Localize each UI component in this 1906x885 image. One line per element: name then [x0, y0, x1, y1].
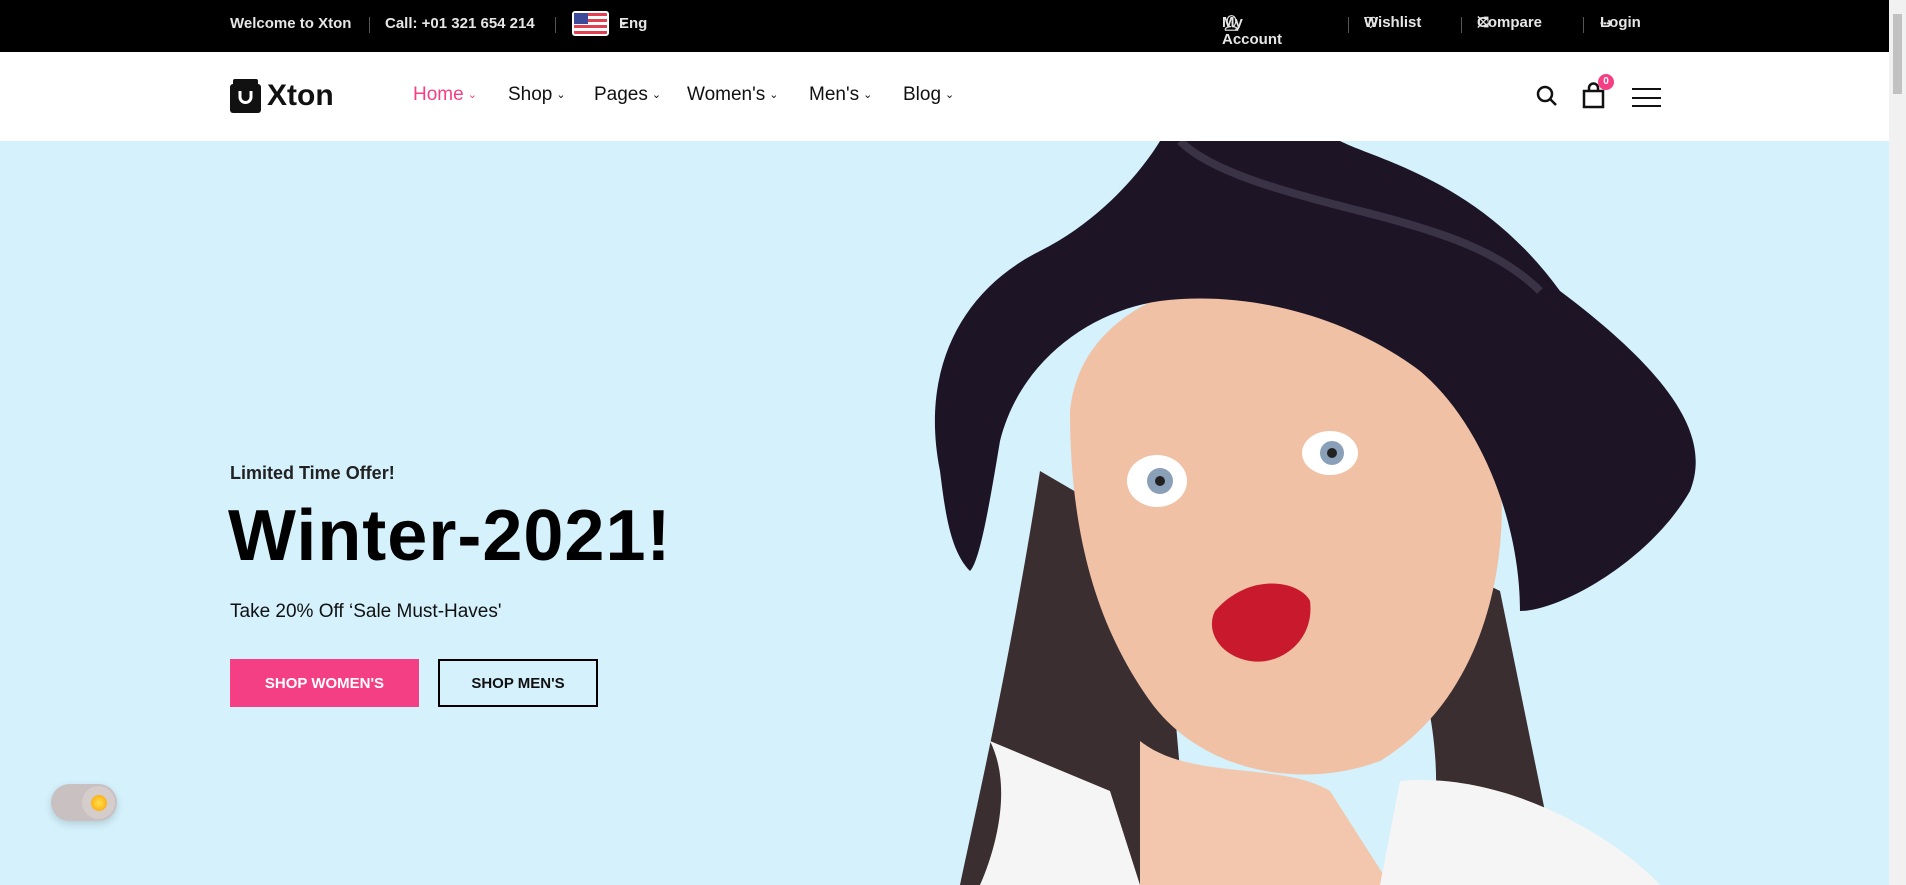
hero-eyebrow: Limited Time Offer!	[230, 463, 395, 483]
menu-hamburger-icon[interactable]	[1632, 88, 1661, 107]
top-bar: Welcome to Xton Call: +01 321 654 214 En…	[0, 0, 1889, 52]
divider	[555, 17, 556, 33]
nav-womens[interactable]: Women's ⌄	[687, 84, 778, 106]
nav-label: Men's	[809, 84, 860, 105]
chevron-down-icon: ⌄	[619, 16, 629, 28]
chevron-down-icon: ⌄	[651, 89, 662, 101]
divider	[1461, 17, 1462, 33]
divider	[369, 17, 370, 33]
chevron-down-icon: ⌄	[863, 89, 873, 101]
page-scrollbar[interactable]	[1889, 0, 1906, 885]
nav-label: Pages	[594, 84, 648, 105]
us-flag-icon[interactable]	[572, 11, 609, 36]
nav-label: Home	[413, 84, 464, 105]
nav-label: Women's	[687, 84, 766, 105]
divider	[1348, 17, 1349, 33]
hero-subtitle: Take 20% Off ‘Sale Must-Haves'	[230, 601, 502, 622]
compare-label: Compare	[1477, 14, 1543, 31]
nav-pages[interactable]: Pages ⌄	[594, 84, 661, 106]
logo-text: Xton	[267, 79, 334, 112]
nav-blog[interactable]: Blog ⌄	[903, 84, 954, 106]
hero-model-image	[934, 141, 1696, 885]
phone-text: Call: +01 321 654 214	[385, 15, 535, 32]
shop-mens-button[interactable]: SHOP MEN'S	[438, 659, 598, 707]
main-header: Xton Home ⌄ Shop ⌄ Pages ⌄ Women's ⌄ Men's ⌄ …	[0, 52, 1889, 141]
chevron-down-icon: ⌄	[467, 89, 477, 101]
nav-home[interactable]: Home ⌄	[413, 84, 477, 106]
nav-label: Blog	[903, 84, 942, 105]
nav-label: Shop	[508, 84, 553, 105]
cart-button[interactable]: 0	[1582, 74, 1614, 114]
cart-count-badge: 0	[1598, 74, 1614, 90]
divider	[1583, 17, 1584, 33]
shop-womens-button[interactable]: SHOP WOMEN'S	[230, 659, 419, 707]
hero-title: Winter-2021!	[228, 496, 672, 576]
scrollbar-thumb[interactable]	[1893, 14, 1902, 94]
welcome-text: Welcome to Xton	[230, 15, 352, 32]
logo[interactable]: Xton	[230, 79, 334, 113]
nav-mens[interactable]: Men's ⌄	[809, 84, 872, 106]
chevron-down-icon: ⌄	[769, 89, 779, 101]
chevron-down-icon: ⌄	[556, 89, 566, 101]
hero-banner: Limited Time Offer! Winter-2021! Take 20…	[0, 141, 1889, 885]
sun-icon	[82, 786, 115, 819]
search-icon[interactable]	[1535, 84, 1559, 108]
nav-shop[interactable]: Shop ⌄	[508, 84, 566, 106]
theme-toggle[interactable]	[51, 784, 117, 821]
chevron-down-icon: ⌄	[945, 89, 955, 101]
shopping-bag-logo-icon	[230, 79, 261, 113]
wishlist-label: Wishlist	[1364, 14, 1422, 31]
login-label: Login	[1600, 14, 1641, 31]
my-account-label: My Account	[1222, 14, 1282, 48]
